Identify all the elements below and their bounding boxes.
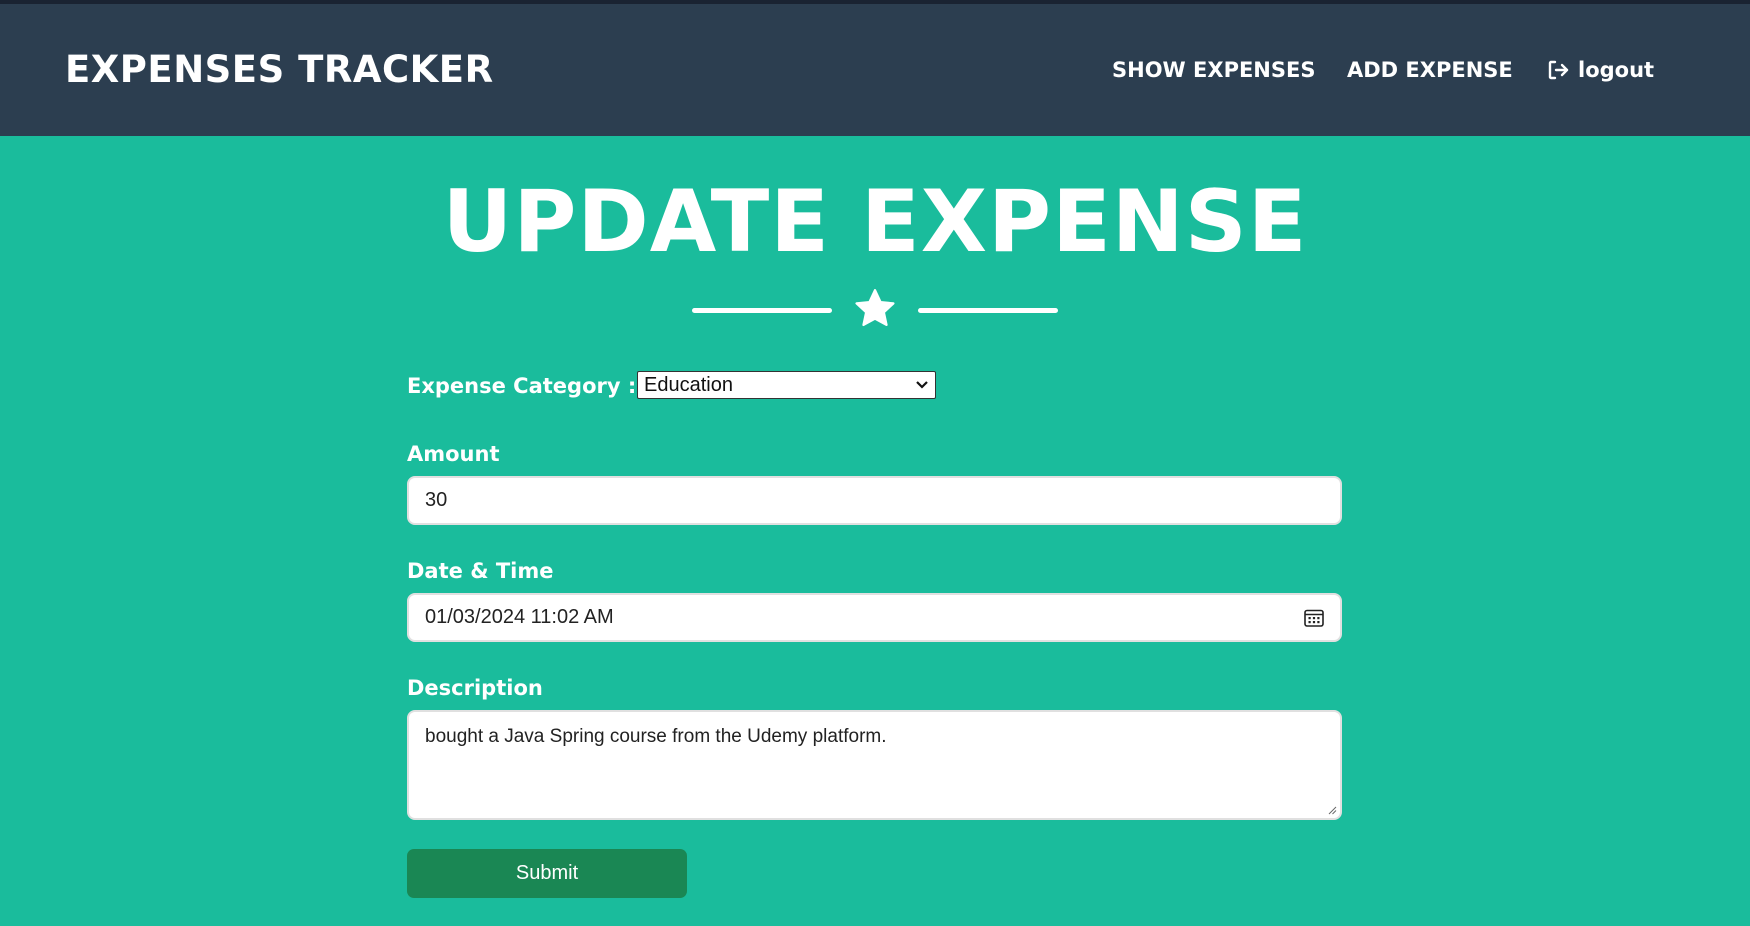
divider-line-right bbox=[918, 308, 1058, 313]
category-label: Expense Category : bbox=[407, 374, 637, 398]
nav-logout[interactable]: logout bbox=[1546, 58, 1654, 82]
datetime-input[interactable]: 01/03/2024 11:02 AM bbox=[407, 593, 1342, 642]
nav-show-expenses-label: SHOW EXPENSES bbox=[1112, 58, 1316, 82]
amount-value: 30 bbox=[425, 489, 448, 511]
nav-add-expense-label: ADD EXPENSE bbox=[1347, 58, 1513, 82]
title-divider bbox=[692, 286, 1058, 334]
calendar-icon[interactable] bbox=[1304, 609, 1324, 627]
logout-icon bbox=[1548, 60, 1569, 80]
navbar: EXPENSES TRACKER SHOW EXPENSES ADD EXPEN… bbox=[0, 4, 1750, 136]
page-title: UPDATE EXPENSE bbox=[442, 172, 1308, 272]
brand-title[interactable]: EXPENSES TRACKER bbox=[65, 48, 494, 91]
category-select[interactable]: Education bbox=[637, 371, 936, 399]
chevron-down-icon bbox=[916, 381, 928, 389]
description-textarea[interactable]: bought a Java Spring course from the Ude… bbox=[407, 710, 1342, 820]
description-label: Description bbox=[407, 676, 543, 700]
amount-label: Amount bbox=[407, 442, 500, 466]
amount-input[interactable]: 30 bbox=[407, 476, 1342, 525]
datetime-value: 01/03/2024 11:02 AM bbox=[425, 606, 614, 628]
resize-grip-icon[interactable] bbox=[1327, 805, 1337, 815]
divider-line-left bbox=[692, 308, 832, 313]
nav-logout-label: logout bbox=[1578, 58, 1655, 82]
category-select-value: Education bbox=[644, 374, 733, 396]
description-value: bought a Java Spring course from the Ude… bbox=[425, 726, 887, 747]
datetime-label: Date & Time bbox=[407, 559, 554, 583]
submit-button[interactable]: Submit bbox=[407, 849, 687, 898]
nav-add-expense[interactable]: ADD EXPENSE bbox=[1347, 58, 1513, 82]
star-icon bbox=[855, 289, 895, 327]
nav-show-expenses[interactable]: SHOW EXPENSES bbox=[1112, 58, 1315, 82]
